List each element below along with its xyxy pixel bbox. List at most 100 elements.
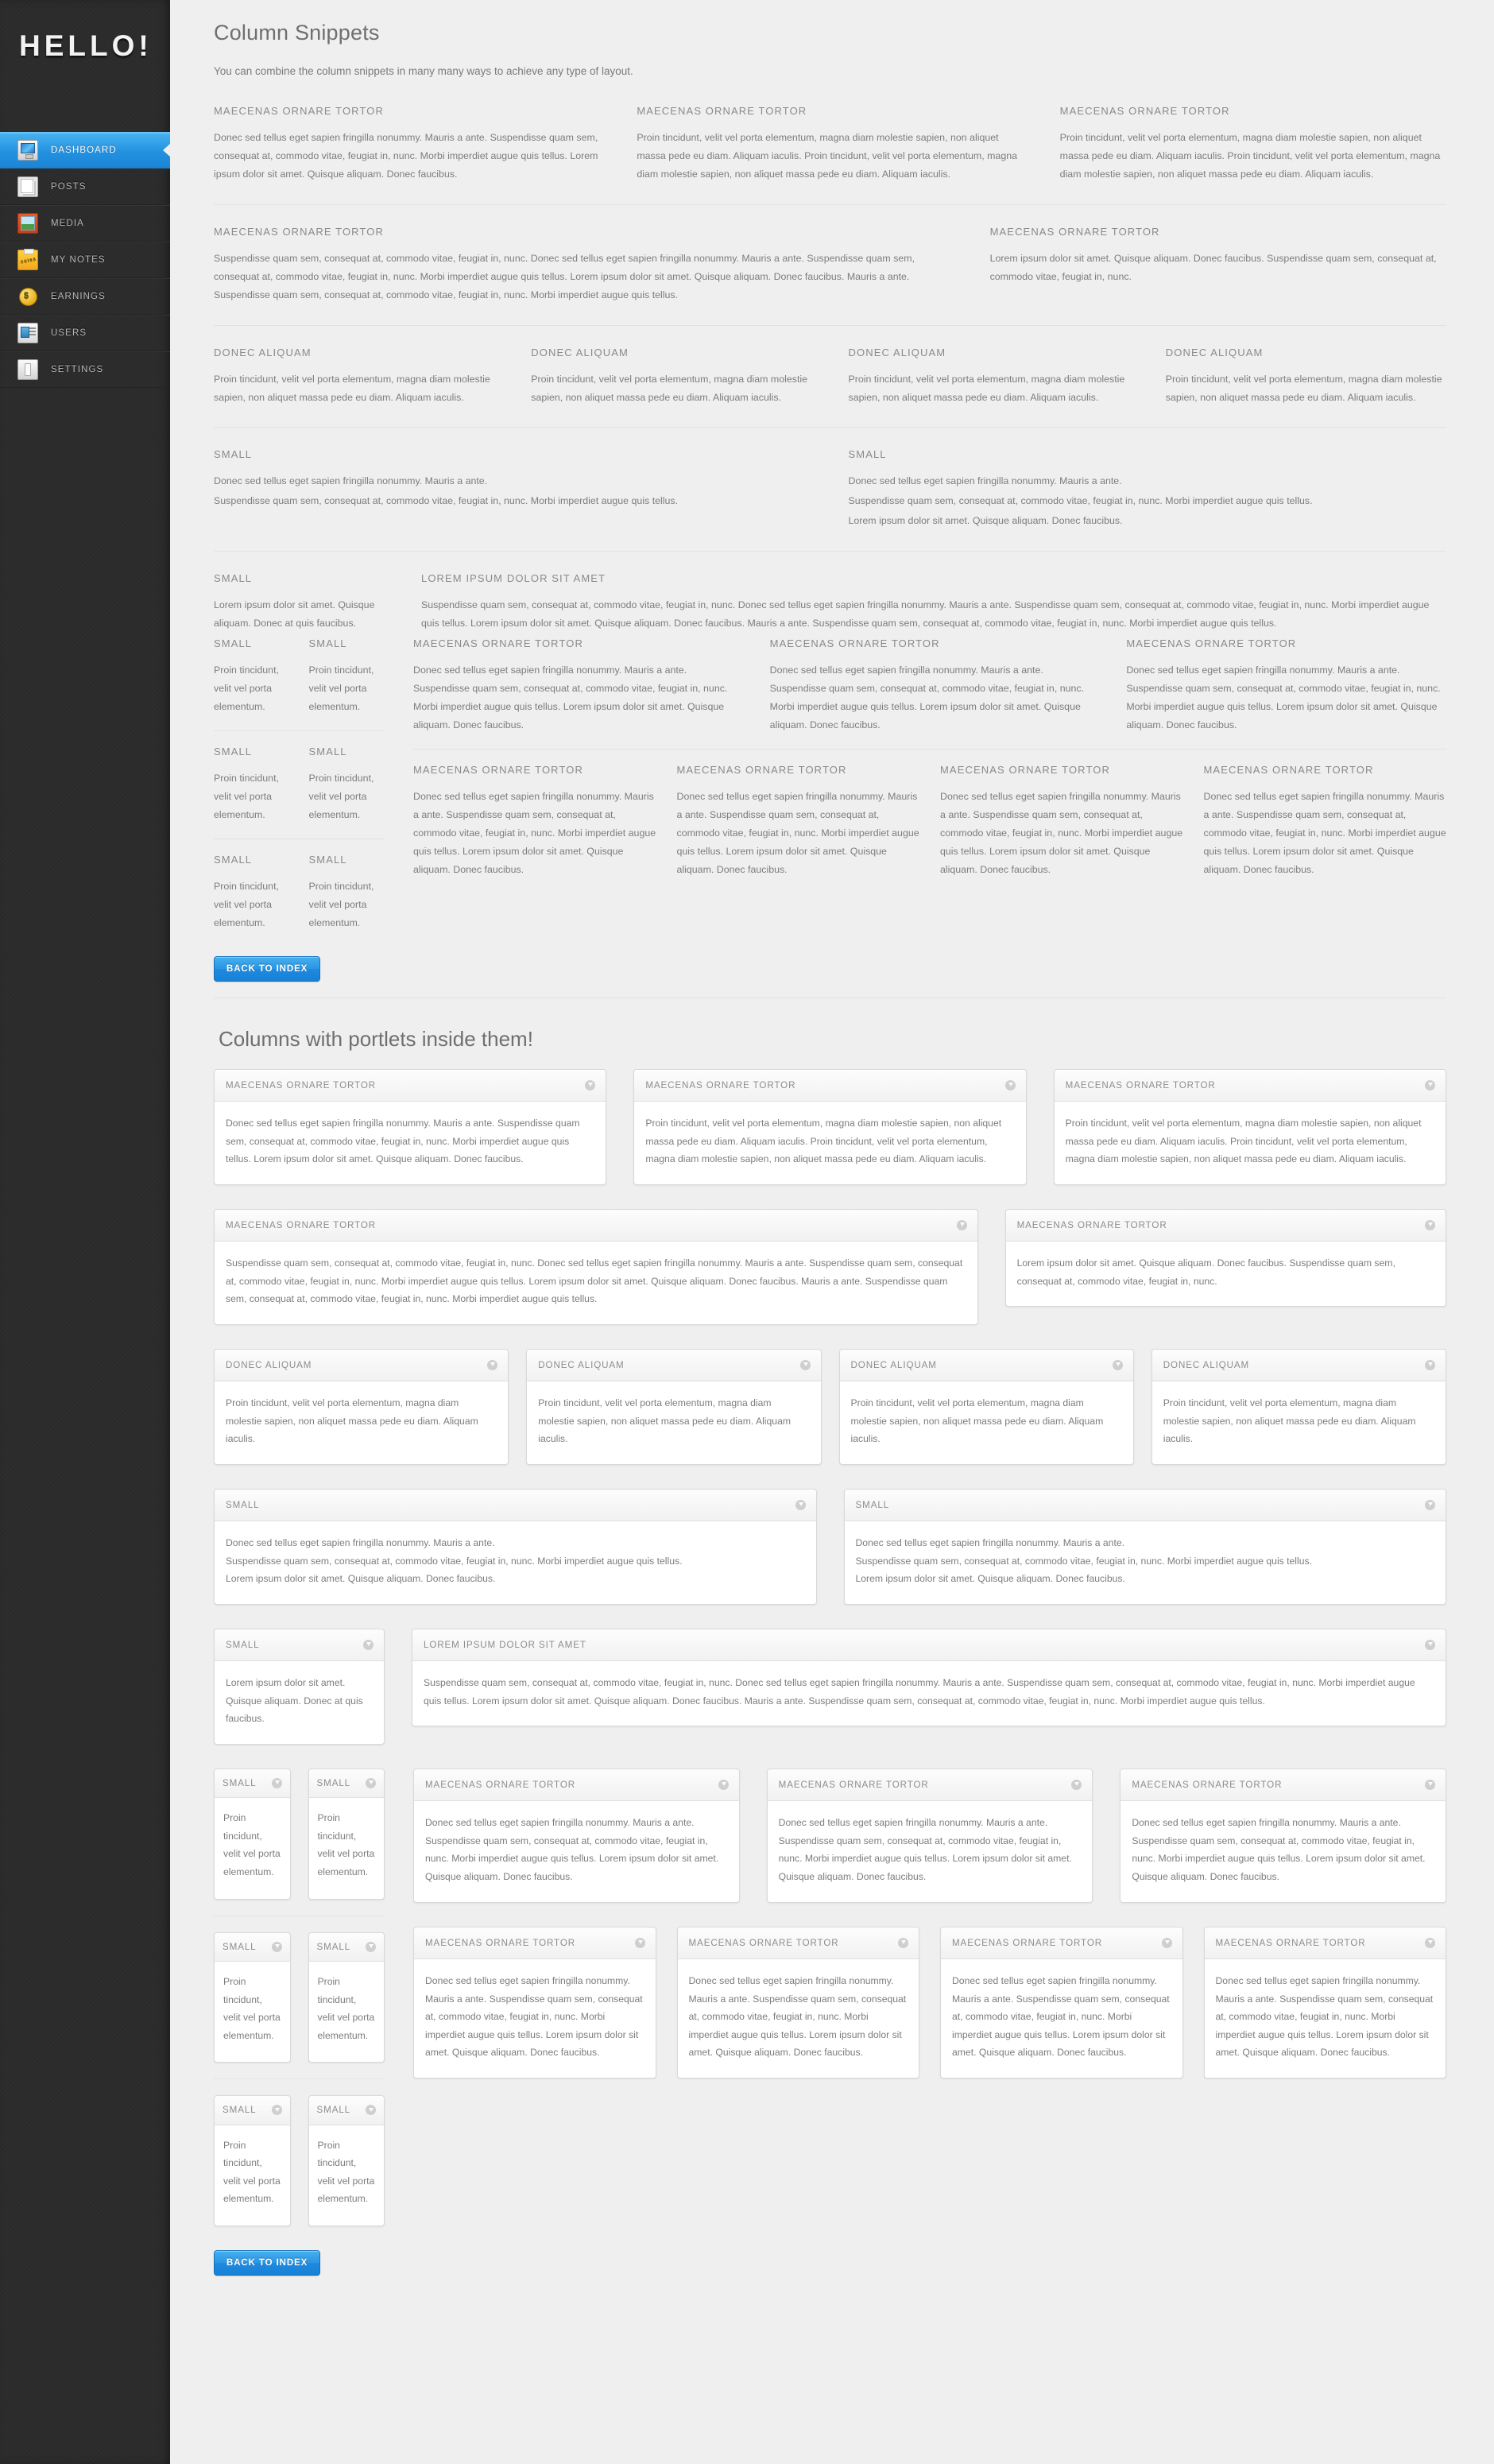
back-to-index-wrap-bottom: BACK TO INDEX — [214, 2249, 1446, 2292]
sidebar-item-users[interactable]: USERS — [0, 315, 170, 351]
column-text: Donec sed tellus eget sapien fringilla n… — [1126, 664, 1441, 730]
sidebar-item-settings[interactable]: SETTINGS — [0, 351, 170, 388]
chevron-down-circle-icon[interactable] — [799, 1359, 811, 1370]
chevron-down-circle-icon[interactable] — [795, 1499, 806, 1510]
portlet: DONEC ALIQUAM Proin tincidunt, velit vel… — [526, 1348, 822, 1465]
portlet-header[interactable]: SMALL — [308, 1932, 384, 1962]
portlet-header[interactable]: MAECENAS ORNARE TORTOR — [1204, 1927, 1446, 1959]
snippet-row-mixed-a: SMALL Proin tincidunt, velit vel porta e… — [214, 637, 1446, 932]
portlet-header[interactable]: SMALL — [215, 1629, 384, 1662]
portlet: SMALL Proin tincidunt, velit vel porta e… — [214, 1768, 291, 1900]
portlet-line: Suspendisse quam sem, consequat at, comm… — [855, 1555, 1313, 1567]
snippet-row-two-col: MAECENAS ORNARE TORTOR Suspendisse quam … — [214, 226, 1446, 326]
portlet-header[interactable]: MAECENAS ORNARE TORTOR — [215, 1209, 977, 1242]
column: SMALL Lorem ipsum dolor sit amet. Quisqu… — [214, 572, 385, 633]
column-heading: SMALL — [214, 448, 253, 461]
portlet: MAECENAS ORNARE TORTOR Donec sed tellus … — [766, 1768, 1093, 1903]
column: DONEC ALIQUAM Proin tincidunt, velit vel… — [214, 347, 494, 407]
portlet-header[interactable]: SMALL — [215, 1769, 290, 1799]
portlet-title: SMALL — [316, 1941, 351, 1952]
chevron-down-circle-icon[interactable] — [1004, 1079, 1016, 1091]
chevron-down-circle-icon[interactable] — [366, 2105, 376, 2116]
chevron-down-circle-icon[interactable] — [1071, 1779, 1082, 1790]
portlet-body: Proin tincidunt, velit vel porta element… — [317, 2139, 375, 2205]
portlet-header[interactable]: MAECENAS ORNARE TORTOR — [767, 1769, 1093, 1802]
chevron-down-circle-icon[interactable] — [1425, 1779, 1436, 1790]
portlet-body: Donec sed tellus eget sapien fringilla n… — [1215, 1974, 1434, 2059]
portlet-body: Donec sed tellus eget sapien fringilla n… — [215, 1521, 816, 1604]
portlet-header[interactable]: LOREM IPSUM DOLOR SIT AMET — [412, 1629, 1446, 1662]
portlet-header[interactable]: SMALL — [215, 2096, 290, 2125]
portlet: SMALL Proin tincidunt, velit vel porta e… — [308, 1768, 385, 1900]
portlet-header[interactable]: SMALL — [308, 1769, 384, 1799]
chevron-down-circle-icon[interactable] — [1425, 1937, 1435, 1948]
portlet-header[interactable]: DONEC ALIQUAM — [839, 1349, 1133, 1382]
chevron-down-circle-icon[interactable] — [366, 1941, 376, 1952]
column-heading: MAECENAS ORNARE TORTOR — [1059, 104, 1230, 117]
portlet-header[interactable]: MAECENAS ORNARE TORTOR — [215, 1069, 606, 1102]
portlet-header[interactable]: MAECENAS ORNARE TORTOR — [1005, 1209, 1446, 1242]
sidebar-item-my-notes[interactable]: MY NOTES — [0, 242, 170, 278]
sidebar-item-earnings[interactable]: EARNINGS — [0, 278, 170, 315]
column-text: Donec sed tellus eget sapien fringilla n… — [848, 475, 1122, 487]
chevron-down-circle-icon[interactable] — [1425, 1639, 1435, 1650]
column-heading: SMALL — [214, 853, 253, 866]
column-text: Lorem ipsum dolor sit amet. Quisque aliq… — [848, 515, 1123, 527]
portlet-maecenas-groups: MAECENAS ORNARE TORTOR Donec sed tellus … — [413, 1768, 1447, 2079]
portlet: SMALL Donec sed tellus eget sapien fring… — [843, 1488, 1446, 1605]
portlet-header[interactable]: SMALL — [215, 1932, 290, 1962]
back-to-index-button[interactable]: BACK TO INDEX — [214, 955, 321, 982]
chevron-down-circle-icon[interactable] — [1425, 1499, 1435, 1510]
snippet-row-three-col: MAECENAS ORNARE TORTOR Donec sed tellus … — [214, 105, 1446, 205]
portlet-line: Donec sed tellus eget sapien fringilla n… — [855, 1537, 1125, 1549]
portlet-small-pair: SMALL Proin tincidunt, velit vel porta e… — [214, 2095, 385, 2226]
portlet-header[interactable]: SMALL — [308, 2096, 384, 2125]
coin-icon — [17, 286, 38, 307]
chevron-down-circle-icon[interactable] — [898, 1937, 908, 1948]
chevron-down-circle-icon[interactable] — [487, 1359, 498, 1370]
chevron-down-circle-icon[interactable] — [271, 1777, 282, 1788]
portlet-header[interactable]: MAECENAS ORNARE TORTOR — [414, 1769, 739, 1802]
chevron-down-circle-icon[interactable] — [1161, 1937, 1172, 1948]
sidebar: HELLO! DASHBOARD POSTS MEDIA MY NOTES EA… — [0, 0, 171, 2464]
portlet-header[interactable]: MAECENAS ORNARE TORTOR — [677, 1927, 919, 1959]
chevron-down-circle-icon[interactable] — [1425, 1219, 1435, 1230]
portlet-header[interactable]: MAECENAS ORNARE TORTOR — [634, 1069, 1026, 1102]
column-heading: MAECENAS ORNARE TORTOR — [676, 763, 847, 776]
portlet-header[interactable]: DONEC ALIQUAM — [527, 1349, 821, 1382]
column-text: Proin tincidunt, velit vel porta element… — [1059, 131, 1441, 180]
chevron-down-circle-icon[interactable] — [634, 1937, 645, 1948]
portlet-header[interactable]: MAECENAS ORNARE TORTOR — [1054, 1069, 1446, 1102]
chevron-down-circle-icon[interactable] — [1112, 1359, 1123, 1370]
chevron-down-circle-icon[interactable] — [718, 1779, 729, 1790]
column-text: Suspendisse quam sem, consequat at, comm… — [214, 495, 679, 507]
portlet-header[interactable]: MAECENAS ORNARE TORTOR — [414, 1927, 656, 1959]
chevron-down-circle-icon[interactable] — [585, 1079, 596, 1091]
portlet-row-four: DONEC ALIQUAM Proin tincidunt, velit vel… — [214, 1348, 1446, 1465]
sidebar-item-posts[interactable]: POSTS — [0, 169, 170, 205]
portlet-title: SMALL — [223, 1941, 257, 1952]
chevron-down-circle-icon[interactable] — [366, 1777, 376, 1788]
chevron-down-circle-icon[interactable] — [363, 1639, 374, 1650]
portlet-header[interactable]: DONEC ALIQUAM — [1151, 1349, 1446, 1382]
portlet-row-mixed: SMALL Proin tincidunt, velit vel porta e… — [214, 1768, 1447, 2226]
chevron-down-circle-icon[interactable] — [1425, 1359, 1435, 1370]
portlet-small-pair: SMALL Proin tincidunt, velit vel porta e… — [214, 1931, 385, 2080]
portlet-header[interactable]: MAECENAS ORNARE TORTOR — [1120, 1769, 1446, 1802]
chevron-down-circle-icon[interactable] — [956, 1219, 967, 1230]
sidebar-item-dashboard[interactable]: DASHBOARD — [0, 132, 171, 169]
back-to-index-button[interactable]: BACK TO INDEX — [214, 2249, 321, 2276]
portlet-header[interactable]: DONEC ALIQUAM — [215, 1349, 509, 1382]
chevron-down-circle-icon[interactable] — [271, 1941, 282, 1952]
portlet-title: DONEC ALIQUAM — [226, 1359, 312, 1370]
column-text: Suspendisse quam sem, consequat at, comm… — [214, 252, 915, 300]
column-heading: MAECENAS ORNARE TORTOR — [214, 225, 384, 238]
portlet-header[interactable]: SMALL — [215, 1489, 816, 1522]
chevron-down-circle-icon[interactable] — [1424, 1079, 1435, 1091]
portlet-body: Lorem ipsum dolor sit amet. Quisque aliq… — [1016, 1257, 1395, 1287]
portlet-header[interactable]: MAECENAS ORNARE TORTOR — [941, 1927, 1182, 1959]
portlet-header[interactable]: SMALL — [844, 1489, 1446, 1522]
column-text: Lorem ipsum dolor sit amet. Quisque aliq… — [989, 252, 1437, 282]
chevron-down-circle-icon[interactable] — [271, 2105, 282, 2116]
sidebar-item-media[interactable]: MEDIA — [0, 205, 170, 242]
